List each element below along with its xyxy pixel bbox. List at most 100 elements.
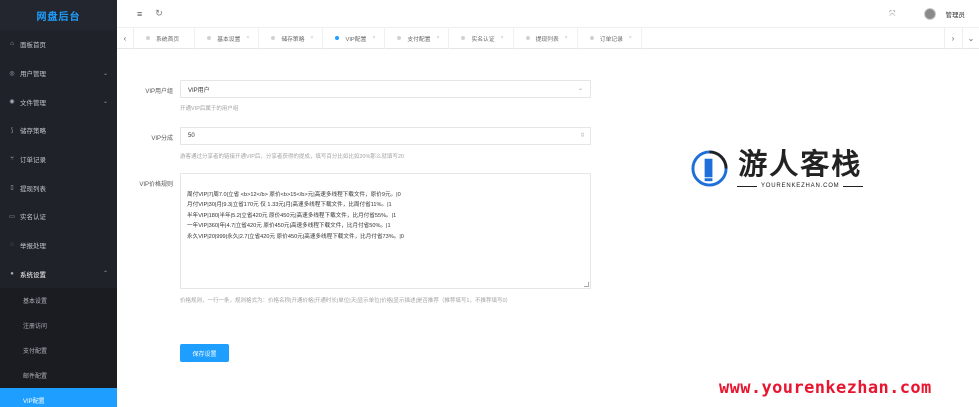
username[interactable]: 管理员 <box>946 9 966 19</box>
tab-6[interactable]: 提现列表 × <box>514 27 578 49</box>
close-icon[interactable]: × <box>565 35 568 41</box>
chevron-icon: ⌃ <box>102 271 108 278</box>
watermark-en: YOURENKEZHAN.COM <box>761 183 840 189</box>
sidebar-item-1[interactable]: ◎ 用户管理 ⌄ <box>0 59 117 88</box>
chevron-icon: ⌄ <box>102 99 108 106</box>
sidebar-item-6[interactable]: ▭ 实名认证 <box>0 202 117 231</box>
tab-label: VIP配置 <box>345 36 367 43</box>
user-icon: ◎ <box>9 70 15 77</box>
sidebar-item-label: 订单记录 <box>20 157 46 165</box>
fullscreen-icon[interactable]: ⤧ <box>889 9 895 19</box>
tab-scroll-right-icon[interactable]: › <box>944 27 961 49</box>
tab-label: 系统首页 <box>156 36 180 43</box>
vip-group-value: VIP用户 <box>188 87 210 94</box>
close-icon[interactable]: × <box>501 35 504 41</box>
watermark-url: www.yourenkezhan.com <box>719 378 932 398</box>
sidebar-item-4[interactable]: ⑂ 订单记录 <box>0 145 117 174</box>
sidebar: 网盘后台 ⌂ 面板首页 ◎ 用户管理 ⌄ ◉ 文件管理 ⌄ ⟆ 储存策略 ⑂ 订单记录 ▯ 提现列表 ▭ 实名… <box>0 0 117 407</box>
sidebar-subitem-1[interactable]: 注册访问 <box>0 313 117 338</box>
save-settings-button[interactable]: 保存设置 <box>180 344 229 362</box>
vip-group-select[interactable]: VIP用户 ⌄ <box>180 80 591 98</box>
sidebar-item-2[interactable]: ◉ 文件管理 ⌄ <box>0 87 117 116</box>
app-logo[interactable]: 网盘后台 <box>0 0 117 30</box>
tab-0[interactable]: 系统首页 <box>134 27 196 49</box>
tab-label: 基本设置 <box>217 36 241 43</box>
vip-discount-value: 50 <box>188 133 195 139</box>
resize-handle-icon[interactable] <box>584 282 589 287</box>
sidebar-item-7[interactable]: ◌ 举报处理 <box>0 231 117 260</box>
close-icon[interactable]: × <box>372 35 375 41</box>
sidebar-item-label: 系统设置 <box>20 271 46 279</box>
tab-status-dot <box>589 36 594 40</box>
divider <box>843 185 864 187</box>
verify-icon: ▭ <box>9 213 15 220</box>
tab-1[interactable]: 基本设置 × <box>195 27 260 49</box>
form-row-vip-price: VIP价格规则 周付VIP|7|周7.0|立省 <b>12</b> 原价<b>1… <box>117 173 591 289</box>
tab-status-dot <box>207 36 212 40</box>
sidebar-item-5[interactable]: ▯ 提现列表 <box>0 173 117 202</box>
settings-icon: ● <box>10 270 14 277</box>
watermark-en-row: YOURENKEZHAN.COM <box>737 183 864 189</box>
sidebar-item-label: 举报处理 <box>20 243 46 251</box>
tab-status-dot <box>525 36 530 40</box>
vip-config-form: VIP用户组 VIP用户 ⌄ 开通VIP后属于的用户组 VIP分成 50 ⇳ 游… <box>117 49 979 407</box>
vip-price-label: VIP价格规则 <box>139 182 173 188</box>
menu-toggle-icon[interactable]: ≡ <box>137 9 142 19</box>
storage-icon: ⟆ <box>10 127 14 134</box>
vip-price-hint: 价格规则，一行一条，规则格式为：价格名称|开通价格|开通时长|单位|天|显示单位… <box>180 298 512 304</box>
vip-group-hint: 开通VIP后属于的用户组 <box>180 106 239 112</box>
home-icon: ⌂ <box>10 41 14 48</box>
order-icon: ⑂ <box>10 156 14 163</box>
close-icon[interactable]: × <box>437 35 440 41</box>
withdraw-icon: ▯ <box>10 185 14 192</box>
tab-4[interactable]: 支付配置 × <box>385 27 450 49</box>
sidebar-subitem-4[interactable]: VIP配置 <box>0 388 117 407</box>
top-header: ≡ ↻ ⤧ 管理员 <box>117 0 979 28</box>
tab-label: 支付配置 <box>407 36 431 43</box>
sidebar-item-0[interactable]: ⌂ 面板首页 <box>0 30 117 59</box>
vip-group-label: VIP用户组 <box>145 89 173 95</box>
tab-2[interactable]: 储存策略 × <box>259 27 324 49</box>
tab-menu-chevron-down-icon[interactable]: ⌄ <box>962 27 979 49</box>
tab-scroll-left-icon[interactable]: ‹ <box>117 27 134 49</box>
tab-status-dot <box>335 36 340 40</box>
sidebar-subitem-2[interactable]: 支付配置 <box>0 338 117 363</box>
watermark-emblem-icon <box>691 150 728 187</box>
vip-discount-input[interactable]: 50 ⇳ <box>180 127 591 145</box>
tab-5[interactable]: 实名认证 × <box>449 27 514 49</box>
sidebar-item-label: 提现列表 <box>20 185 46 193</box>
tab-label: 储存策略 <box>281 36 305 43</box>
tab-label: 实名认证 <box>471 36 495 43</box>
file-icon: ◉ <box>9 99 15 106</box>
sidebar-item-label: 储存策略 <box>20 128 46 136</box>
sidebar-item-8[interactable]: ● 系统设置 ⌃ <box>0 260 117 289</box>
sidebar-item-label: 用户管理 <box>20 71 46 79</box>
sidebar-subitem-3[interactable]: 邮件配置 <box>0 363 117 388</box>
refresh-icon[interactable]: ↻ <box>155 8 163 19</box>
tab-7[interactable]: 订单记录 × <box>578 27 642 49</box>
sidebar-item-label: 文件管理 <box>20 99 46 107</box>
tab-status-dot <box>397 36 402 40</box>
form-row-vip-discount: VIP分成 50 ⇳ <box>117 127 591 145</box>
tab-status-dot <box>146 36 150 40</box>
sidebar-subitem-0[interactable]: 基本设置 <box>0 288 117 313</box>
chevron-down-icon: ⌄ <box>577 86 583 92</box>
vip-discount-label: VIP分成 <box>151 136 173 142</box>
sidebar-item-label: 面板首页 <box>20 42 46 50</box>
vip-price-rules-textarea[interactable]: 周付VIP|7|周7.0|立省 <b>12</b> 原价<b>15</b>元|高… <box>180 173 591 289</box>
vip-discount-hint: 游客通过分享者的链接开通VIP后，分享者获得的提成，填写百分比如比如20%那么就… <box>180 154 404 160</box>
vip-price-rules-value: 周付VIP|7|周7.0|立省 <b>12</b> 原价<b>15</b>元|高… <box>187 191 404 240</box>
sidebar-subnav-settings: 基本设置 注册访问 支付配置 邮件配置 VIP配置 <box>0 288 117 407</box>
tab-label: 订单记录 <box>599 36 623 43</box>
tab-3[interactable]: VIP配置 × <box>323 27 386 49</box>
report-icon: ◌ <box>10 242 14 249</box>
close-icon[interactable]: × <box>246 35 249 41</box>
close-icon[interactable]: × <box>311 35 314 41</box>
close-icon[interactable]: × <box>629 35 632 41</box>
avatar[interactable] <box>923 8 936 20</box>
number-stepper-icon[interactable]: ⇳ <box>580 132 585 139</box>
sidebar-item-3[interactable]: ⟆ 储存策略 <box>0 116 117 145</box>
watermark-logo: 游人客栈 YOURENKEZHAN.COM <box>690 148 864 189</box>
tab-status-dot <box>271 36 276 40</box>
sidebar-item-label: 实名认证 <box>20 214 46 222</box>
